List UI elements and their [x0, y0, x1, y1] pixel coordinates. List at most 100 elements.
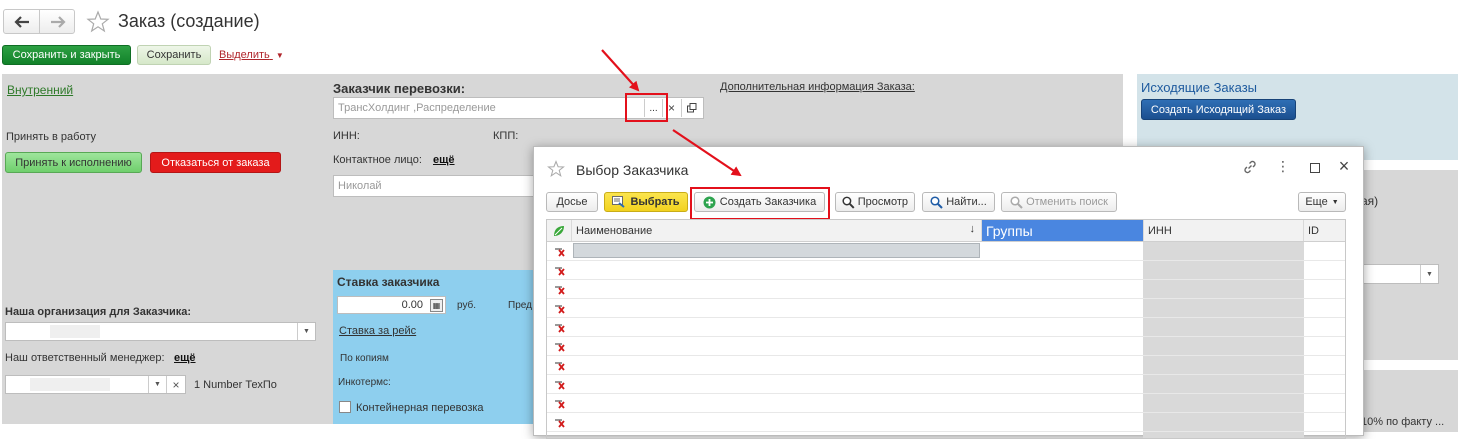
column-header-groups[interactable]: Группы [982, 220, 1143, 241]
contact-placeholder: Николай [338, 180, 382, 192]
masked-value [50, 325, 100, 338]
column-name-label: Наименование [576, 224, 653, 237]
customer-delete-mark-icon [555, 286, 565, 295]
chevron-down-icon[interactable]: ▼ [1420, 265, 1438, 283]
manager-field[interactable]: ▼ × [5, 375, 186, 394]
customer-value: ТрансХолдинг ,Распределение [338, 102, 496, 114]
customer-title: Заказчик перевозки: [333, 81, 466, 96]
select-link[interactable]: Выделить ▼ [219, 49, 284, 61]
cancel-search-button[interactable]: Отменить поиск [1001, 192, 1117, 212]
customer-open-button[interactable] [681, 99, 702, 117]
manager-label: Наш ответственный менеджер: [5, 352, 165, 364]
extra-info-link[interactable]: Дополнительная информация Заказа: [720, 81, 915, 93]
table-row[interactable] [547, 375, 1345, 394]
select-label: Выделить [219, 49, 270, 61]
table-row[interactable] [547, 394, 1345, 413]
reject-button[interactable]: Отказаться от заказа [150, 152, 281, 173]
find-label: Найти... [946, 196, 987, 208]
search-icon [930, 195, 943, 209]
favorite-star-icon[interactable] [547, 160, 565, 178]
container-checkbox[interactable] [339, 401, 351, 413]
copies-label: По копиям [340, 353, 389, 364]
table-body [547, 242, 1345, 438]
table-row[interactable] [547, 337, 1345, 356]
column-inn-label: ИНН [1148, 224, 1172, 237]
contact-more-link[interactable]: ещё [433, 154, 455, 166]
more-button[interactable]: Еще ▼ [1298, 192, 1346, 212]
close-icon[interactable]: × [1336, 156, 1352, 176]
choose-button[interactable]: Выбрать [604, 192, 688, 212]
customer-delete-mark-icon [555, 400, 565, 409]
kpp-label: КПП: [493, 130, 519, 142]
maximize-icon[interactable] [1310, 163, 1320, 173]
view-button[interactable]: Просмотр [835, 192, 915, 212]
back-button[interactable] [4, 10, 40, 33]
find-button[interactable]: Найти... [922, 192, 995, 212]
contact-field[interactable]: Николай [333, 175, 535, 197]
rate-amount-field[interactable]: 0.00 ▦ [337, 296, 446, 314]
favorite-star-icon[interactable] [86, 10, 110, 34]
table-row[interactable] [547, 299, 1345, 318]
save-button[interactable]: Сохранить [137, 45, 211, 65]
customer-delete-mark-icon [555, 419, 565, 428]
table-row[interactable] [547, 261, 1345, 280]
dossier-button[interactable]: Досье [546, 192, 598, 212]
right-select-field[interactable]: ▼ [1356, 264, 1439, 284]
table-row[interactable] [547, 318, 1345, 337]
view-label: Просмотр [857, 196, 908, 208]
arrow-right-icon [50, 15, 66, 28]
customer-dialog: Выбор Заказчика ⋮ × Досье Выбрать Создат… [533, 146, 1364, 439]
chevron-down-icon[interactable]: ▼ [297, 323, 315, 340]
manager-note: 1 Number ТехПо [194, 379, 277, 391]
dialog-title: Выбор Заказчика [576, 162, 689, 178]
table-row[interactable] [547, 356, 1345, 375]
rate-pred: Пред [508, 300, 532, 311]
customer-delete-mark-icon [555, 305, 565, 314]
more-label: Еще [1305, 196, 1328, 208]
create-outgoing-button[interactable]: Создать Исходящий Заказ [1141, 99, 1296, 120]
highlight-frame-create [690, 187, 830, 220]
outgoing-title: Исходящие Заказы [1141, 80, 1258, 95]
our-org-field[interactable]: ▼ [5, 322, 316, 341]
highlight-frame-select [625, 93, 668, 122]
chevron-down-icon: ▼ [1331, 198, 1339, 206]
customer-delete-mark-icon [555, 248, 565, 257]
internal-link[interactable]: Внутренний [7, 83, 73, 97]
calculator-icon[interactable]: ▦ [430, 299, 443, 312]
masked-value [30, 378, 110, 391]
rate-panel [333, 270, 533, 424]
rate-currency: руб. [457, 300, 477, 311]
table-header: Наименование ↓ Группы ИНН ID [547, 220, 1345, 242]
magnifier-icon [842, 196, 855, 209]
nav-buttons [3, 9, 75, 34]
customer-delete-mark-icon [555, 267, 565, 276]
selected-cell[interactable] [573, 243, 980, 258]
table-row[interactable] [547, 413, 1345, 432]
contact-label: Контактное лицо: [333, 154, 422, 166]
customer-table: Наименование ↓ Группы ИНН ID [546, 219, 1346, 439]
sort-desc-icon: ↓ [969, 223, 976, 235]
page-title: Заказ (создание) [118, 11, 260, 31]
chevron-down-icon[interactable]: ▼ [148, 376, 166, 393]
forward-button[interactable] [40, 10, 75, 33]
header-icon-cell [547, 220, 572, 241]
manager-more-link[interactable]: ещё [174, 352, 196, 364]
column-header-inn[interactable]: ИНН [1143, 220, 1304, 241]
link-icon[interactable] [1242, 159, 1258, 175]
leaf-icon [554, 225, 564, 236]
column-header-id[interactable]: ID [1304, 220, 1345, 241]
choose-label: Выбрать [630, 196, 680, 208]
our-org-label: Наша организация для Заказчика: [5, 306, 192, 318]
incoterms-label: Инкотермс: [338, 377, 391, 388]
inn-label: ИНН: [333, 130, 360, 142]
column-header-name[interactable]: Наименование ↓ [572, 220, 982, 241]
accept-button[interactable]: Принять к исполнению [5, 152, 142, 173]
choose-icon [612, 196, 626, 208]
clear-icon[interactable]: × [166, 376, 185, 393]
menu-icon[interactable]: ⋮ [1276, 159, 1290, 175]
column-groups-label: Группы [986, 222, 1033, 239]
table-row[interactable] [547, 280, 1345, 299]
table-row[interactable] [547, 242, 1345, 261]
per-trip-link[interactable]: Ставка за рейс [339, 325, 416, 337]
save-close-button[interactable]: Сохранить и закрыть [2, 45, 131, 65]
